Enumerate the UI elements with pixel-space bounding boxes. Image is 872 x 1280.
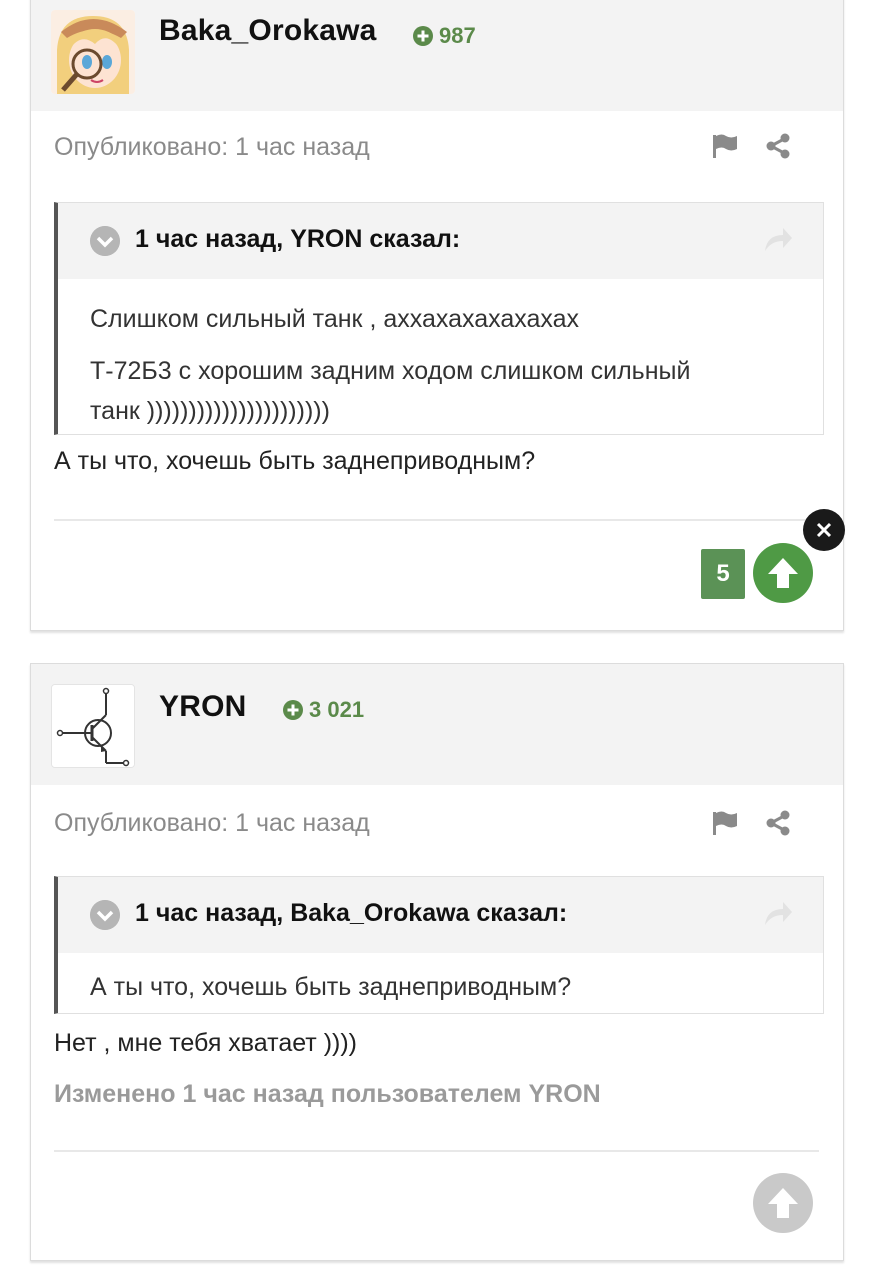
post-header: Baka_Orokawa 987 [31, 0, 843, 111]
post-author[interactable]: YRON [159, 690, 246, 724]
quote-title: 1 час назад, Baka_Orokawa сказал: [135, 899, 568, 927]
quote-block: 1 час назад, YRON сказал: Слишком сильны… [54, 202, 824, 435]
plus-circle-icon [413, 26, 433, 46]
post-card: Baka_Orokawa 987 Опубликовано: 1 час наз… [30, 0, 844, 631]
reputation-badge: 3 021 [283, 697, 364, 723]
reputation-value: 987 [439, 23, 476, 48]
chevron-down-icon[interactable] [90, 900, 120, 930]
quote-header[interactable]: 1 час назад, YRON сказал: [58, 203, 823, 279]
quote-line: Т-72Б3 с хорошим задним ходом слишком си… [90, 357, 691, 385]
quote-line: А ты что, хочешь быть заднеприводным? [90, 973, 572, 1001]
quote-line: Слишком сильный танк , аххахахахахахах [90, 305, 579, 333]
post-author[interactable]: Baka_Orokawa [159, 14, 377, 48]
post-body: Нет , мне тебя хватает )))) [54, 1029, 358, 1057]
quote-header[interactable]: 1 час назад, Baka_Orokawa сказал: [58, 877, 823, 953]
chevron-down-icon[interactable] [90, 226, 120, 256]
close-button[interactable] [803, 509, 845, 551]
flag-icon[interactable] [711, 132, 739, 160]
forward-arrow-icon[interactable] [763, 899, 793, 927]
quote-body: А ты что, хочешь быть заднеприводным? [58, 953, 823, 1005]
post-date: Опубликовано: 1 час назад [54, 133, 370, 161]
quote-title: 1 час назад, YRON сказал: [135, 225, 461, 253]
upvote-button[interactable] [753, 1173, 813, 1233]
share-icon[interactable] [764, 132, 792, 160]
quote-line: танк )))))))))))))))))))))) [90, 397, 330, 425]
reputation-value: 3 021 [309, 697, 365, 722]
share-icon[interactable] [764, 809, 792, 837]
quote-body: Слишком сильный танк , аххахахахахахах Т… [58, 279, 823, 431]
avatar[interactable] [51, 10, 135, 94]
forward-arrow-icon[interactable] [763, 225, 793, 253]
plus-circle-icon [283, 700, 303, 720]
post-date: Опубликовано: 1 час назад [54, 809, 370, 837]
arrow-up-icon [768, 1188, 798, 1218]
edited-note: Изменено 1 час назад пользователем YRON [54, 1080, 601, 1108]
divider [54, 519, 819, 521]
avatar[interactable] [51, 684, 135, 768]
vote-count: 5 [701, 549, 745, 599]
close-icon [816, 522, 832, 538]
arrow-up-icon [768, 558, 798, 588]
post-card: YRON 3 021 Опубликовано: 1 час назад 1 ч… [30, 663, 844, 1261]
upvote-button[interactable] [753, 543, 813, 603]
post-body: А ты что, хочешь быть заднеприводным? [54, 447, 536, 475]
reputation-badge: 987 [413, 23, 476, 49]
flag-icon[interactable] [711, 809, 739, 837]
quote-block: 1 час назад, Baka_Orokawa сказал: А ты ч… [54, 876, 824, 1014]
post-header: YRON 3 021 [31, 664, 843, 785]
divider [54, 1150, 819, 1152]
